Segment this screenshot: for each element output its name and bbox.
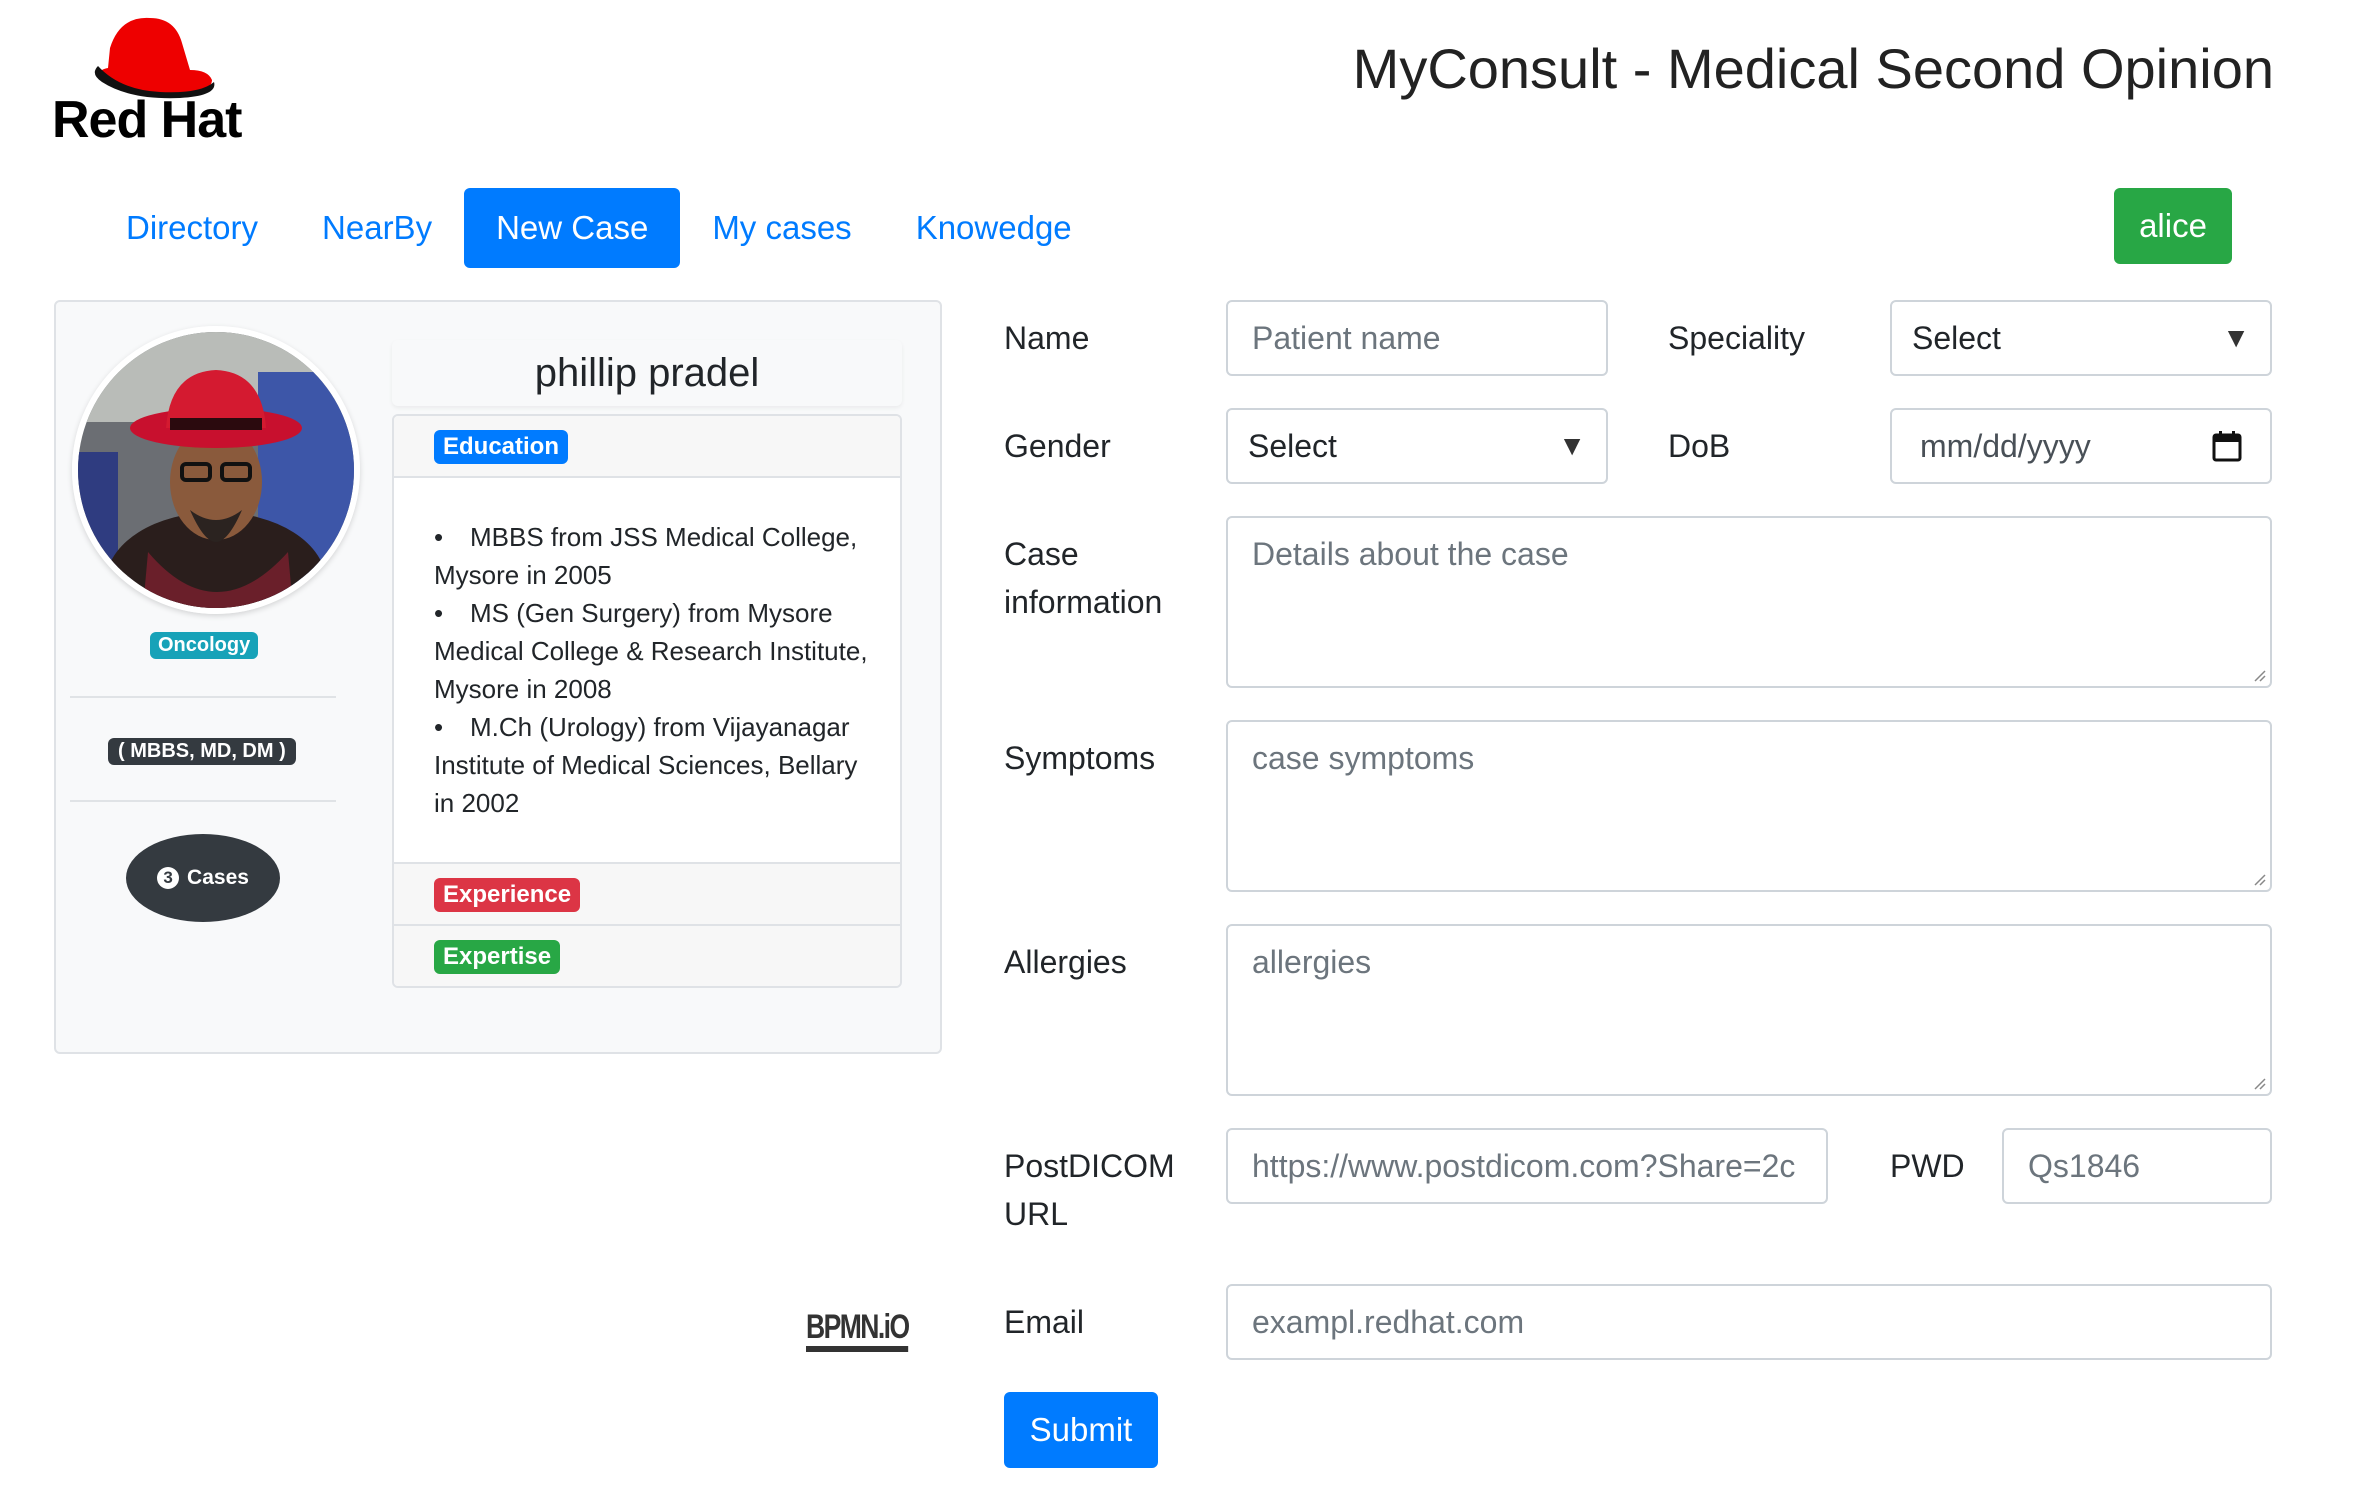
degrees-badge: ( MBBS, MD, DM ) [108, 738, 296, 765]
app-title: MyConsult - Medical Second Opinion [1352, 37, 2274, 100]
nav-nearby[interactable]: NearBy [290, 188, 464, 268]
dob-placeholder: mm/dd/yyyy [1920, 427, 2091, 464]
email-label: Email [1004, 1304, 1085, 1340]
user-button[interactable]: alice [2114, 188, 2232, 264]
speciality-badge: Oncology [150, 632, 259, 659]
chevron-down-icon: ▼ [2222, 322, 2250, 353]
education-badge: Education [434, 430, 569, 464]
chevron-down-icon: ▼ [1558, 430, 1586, 461]
cases-button[interactable]: 3 Cases [126, 834, 280, 922]
nav-knowledge[interactable]: Knowedge [884, 188, 1104, 268]
expertise-badge: Expertise [434, 940, 561, 974]
allergies-textarea[interactable]: allergies [1226, 924, 2272, 1096]
nav-my-cases[interactable]: My cases [680, 188, 883, 268]
doctor-name: phillip pradel [392, 340, 902, 406]
logo-text: Red Hat [52, 91, 242, 149]
postdicom-url-input[interactable]: https://www.postdicom.com?Share=2c [1226, 1128, 1828, 1204]
case-details-textarea[interactable]: Details about the case [1226, 516, 2272, 688]
nav-directory[interactable]: Directory [94, 188, 290, 268]
symptoms-label: Symptoms [1004, 740, 1156, 776]
list-item: • MBBS from JSS Medical College, Mysore i… [434, 522, 858, 590]
divider [70, 696, 336, 698]
patient-name-input[interactable]: Patient name [1226, 300, 1608, 376]
speciality-select[interactable]: Select ▼ [1890, 300, 2272, 376]
experience-badge: Experience [434, 878, 581, 912]
email-input[interactable]: exampl.redhat.com [1226, 1284, 2272, 1360]
gender-label: Gender [1004, 428, 1111, 464]
pwd-input[interactable]: Qs1846 [2002, 1128, 2272, 1204]
bpmn-io-logo[interactable]: BPMN.iO [806, 1308, 910, 1352]
divider [70, 800, 336, 802]
doctor-details-accordion: Education • MBBS from JSS Medical College… [392, 414, 902, 988]
list-item: • MS (Gen Surgery) from Mysore Medical Co… [434, 598, 868, 704]
calendar-icon[interactable] [2212, 430, 2242, 462]
doctor-photo-icon [78, 332, 354, 608]
allergies-label: Allergies [1004, 944, 1127, 980]
cases-count: 3 [157, 867, 180, 889]
pwd-label: PWD [1890, 1148, 1965, 1184]
app-header: Red Hat MyConsult - Medical Second Opini… [0, 0, 2354, 156]
speciality-label: Speciality [1668, 320, 1805, 356]
gender-select-value: Select [1248, 427, 1337, 464]
main-nav: Directory NearBy New Case My cases Knowe… [94, 188, 1104, 268]
list-item: • M.Ch (Urology) from Vijayanagar Institu… [434, 712, 858, 818]
gender-select[interactable]: Select ▼ [1226, 408, 1608, 484]
resize-handle-icon[interactable] [2252, 668, 2266, 682]
resize-handle-icon[interactable] [2252, 1076, 2266, 1090]
submit-button[interactable]: Submit [1004, 1392, 1158, 1468]
nav-new-case[interactable]: New Case [464, 188, 681, 268]
name-label: Name [1004, 320, 1090, 356]
expertise-header[interactable]: Expertise [394, 926, 900, 986]
postdicom-label: PostDICOM URL [1004, 1148, 1175, 1232]
speciality-select-value: Select [1912, 319, 2001, 356]
dob-input[interactable]: mm/dd/yyyy [1890, 408, 2272, 484]
education-list: • MBBS from JSS Medical College, Mysore i… [434, 518, 874, 822]
case-info-label: Case information [1004, 536, 1163, 620]
resize-handle-icon[interactable] [2252, 872, 2266, 886]
education-header[interactable]: Education [394, 416, 900, 478]
dob-label: DoB [1668, 428, 1731, 464]
doctor-avatar [72, 326, 360, 614]
symptoms-textarea[interactable]: case symptoms [1226, 720, 2272, 892]
experience-header[interactable]: Experience [394, 862, 900, 926]
cases-label: Cases [187, 866, 249, 889]
